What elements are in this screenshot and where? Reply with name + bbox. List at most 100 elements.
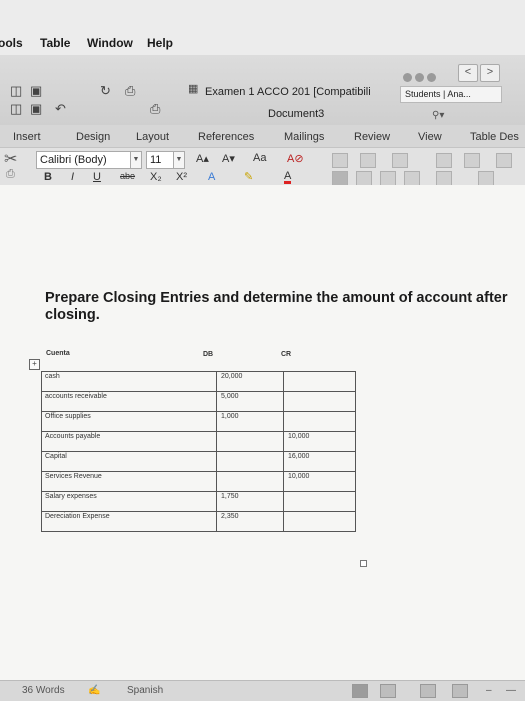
font-name-dropdown[interactable]: ▼ bbox=[130, 151, 142, 169]
share-account-box[interactable]: Students | Ana... bbox=[400, 86, 502, 103]
subscript-button[interactable]: X₂ bbox=[150, 171, 162, 183]
print-icon[interactable]: ⎙ bbox=[125, 83, 135, 99]
redo-icon[interactable]: ↻ bbox=[100, 83, 111, 99]
debit-cell[interactable]: 1,000 bbox=[216, 411, 284, 432]
table-row[interactable]: cash 20,000 bbox=[41, 371, 356, 392]
account-cell[interactable]: Capital bbox=[41, 451, 217, 472]
table-row[interactable]: Dereciation Expense 2,350 bbox=[41, 511, 356, 532]
menu-tools[interactable]: ools bbox=[0, 36, 23, 50]
tab-review[interactable]: Review bbox=[354, 131, 390, 143]
table-resize-handle[interactable] bbox=[360, 560, 367, 567]
decrease-indent-button[interactable] bbox=[436, 153, 452, 168]
sort-button[interactable] bbox=[496, 153, 512, 168]
table-row[interactable]: Capital 16,000 bbox=[41, 451, 356, 472]
window-controls[interactable] bbox=[403, 69, 439, 87]
credit-cell[interactable] bbox=[283, 491, 356, 512]
account-cell[interactable]: accounts receivable bbox=[41, 391, 217, 412]
undo-icon[interactable]: ↶ bbox=[55, 101, 66, 117]
account-cell[interactable]: Salary expenses bbox=[41, 491, 217, 512]
table-row[interactable]: Salary expenses 1,750 bbox=[41, 491, 356, 512]
credit-cell[interactable] bbox=[283, 391, 356, 412]
underline-button[interactable]: U bbox=[93, 171, 101, 183]
bullets-button[interactable] bbox=[332, 153, 348, 168]
account-cell[interactable]: Dereciation Expense bbox=[41, 511, 217, 532]
debit-cell[interactable]: 20,000 bbox=[216, 371, 284, 392]
align-center-button[interactable] bbox=[356, 171, 372, 186]
credit-cell[interactable]: 16,000 bbox=[283, 451, 356, 472]
tab-table-design[interactable]: Table Des bbox=[470, 131, 519, 143]
tab-insert[interactable]: Insert bbox=[13, 131, 41, 143]
cut-icon[interactable]: ✂ bbox=[4, 149, 17, 169]
document-page[interactable]: Prepare Closing Entries and determine th… bbox=[0, 185, 525, 680]
account-cell[interactable]: Accounts payable bbox=[41, 431, 217, 452]
tab-mailings[interactable]: Mailings bbox=[284, 131, 324, 143]
italic-button[interactable]: I bbox=[71, 171, 74, 183]
save-icon[interactable]: ▣ bbox=[30, 83, 42, 99]
menu-table[interactable]: Table bbox=[40, 36, 70, 50]
numbering-button[interactable] bbox=[360, 153, 376, 168]
print-icon-2[interactable]: ⎙ bbox=[150, 101, 160, 117]
credit-cell[interactable]: 10,000 bbox=[283, 471, 356, 492]
menu-window[interactable]: Window bbox=[87, 36, 133, 50]
credit-cell[interactable] bbox=[283, 371, 356, 392]
debit-cell[interactable]: 2,350 bbox=[216, 511, 284, 532]
justify-button[interactable] bbox=[404, 171, 420, 186]
credit-cell[interactable] bbox=[283, 511, 356, 532]
font-size-dropdown[interactable]: ▼ bbox=[173, 151, 185, 169]
shrink-font-button[interactable]: A▾ bbox=[222, 152, 235, 165]
font-color-button[interactable]: A bbox=[284, 171, 292, 184]
account-cell[interactable]: Services Revenue bbox=[41, 471, 217, 492]
web-layout-view-button[interactable] bbox=[380, 684, 396, 698]
table-row[interactable]: Services Revenue 10,000 bbox=[41, 471, 356, 492]
nav-next-button[interactable]: > bbox=[480, 64, 500, 82]
debit-cell[interactable] bbox=[216, 431, 284, 452]
search-icon[interactable]: ⚲▾ bbox=[432, 110, 444, 121]
tab-references[interactable]: References bbox=[198, 131, 254, 143]
account-cell[interactable]: cash bbox=[41, 371, 217, 392]
clear-format-button[interactable]: A⊘ bbox=[287, 152, 304, 165]
copy-icon[interactable]: ⎙ bbox=[6, 168, 15, 181]
grow-font-button[interactable]: A▴ bbox=[196, 152, 209, 165]
menu-help[interactable]: Help bbox=[147, 36, 173, 50]
debit-cell[interactable] bbox=[216, 451, 284, 472]
highlight-button[interactable]: ✎ bbox=[244, 170, 253, 183]
strikethrough-button[interactable]: abe bbox=[120, 171, 135, 181]
multilevel-list-button[interactable] bbox=[392, 153, 408, 168]
zoom-slider[interactable]: — bbox=[506, 685, 516, 696]
credit-cell[interactable] bbox=[283, 411, 356, 432]
align-left-button[interactable] bbox=[332, 171, 348, 186]
tab-design[interactable]: Design bbox=[76, 131, 110, 143]
table-row[interactable]: Office supplies 1,000 bbox=[41, 411, 356, 432]
table-row[interactable]: Accounts payable 10,000 bbox=[41, 431, 356, 452]
proofing-icon[interactable]: ✍ bbox=[88, 685, 100, 696]
table-row[interactable]: accounts receivable 5,000 bbox=[41, 391, 356, 412]
debit-cell[interactable]: 1,750 bbox=[216, 491, 284, 512]
draft-view-button[interactable] bbox=[452, 684, 468, 698]
accounts-table[interactable]: cash 20,000 accounts receivable 5,000 Of… bbox=[41, 371, 356, 532]
tab-layout[interactable]: Layout bbox=[136, 131, 169, 143]
account-cell[interactable]: Office supplies bbox=[41, 411, 217, 432]
debit-cell[interactable] bbox=[216, 471, 284, 492]
increase-indent-button[interactable] bbox=[464, 153, 480, 168]
align-right-button[interactable] bbox=[380, 171, 396, 186]
bold-button[interactable]: B bbox=[44, 171, 52, 183]
line-spacing-button[interactable] bbox=[436, 171, 452, 186]
change-case-button[interactable]: Aa bbox=[253, 152, 266, 164]
language-label[interactable]: Spanish bbox=[127, 685, 163, 696]
font-name-select[interactable]: Calibri (Body) bbox=[36, 151, 133, 169]
text-effects-button[interactable]: A bbox=[208, 171, 215, 183]
nav-prev-button[interactable]: < bbox=[458, 64, 478, 82]
superscript-button[interactable]: X² bbox=[176, 171, 187, 183]
font-size-select[interactable]: 11 bbox=[146, 151, 175, 169]
open-icon[interactable]: ▣ bbox=[30, 101, 42, 117]
word-count[interactable]: 36 Words bbox=[22, 685, 65, 696]
zoom-out-icon[interactable]: – bbox=[486, 685, 492, 696]
outline-view-button[interactable] bbox=[420, 684, 436, 698]
credit-cell[interactable]: 10,000 bbox=[283, 431, 356, 452]
debit-cell[interactable]: 5,000 bbox=[216, 391, 284, 412]
tab-view[interactable]: View bbox=[418, 131, 442, 143]
table-move-handle[interactable]: + bbox=[29, 359, 40, 370]
sidebar-icon[interactable]: ◫ bbox=[10, 83, 22, 99]
shading-button[interactable] bbox=[478, 171, 494, 186]
print-layout-view-button[interactable] bbox=[352, 684, 368, 698]
